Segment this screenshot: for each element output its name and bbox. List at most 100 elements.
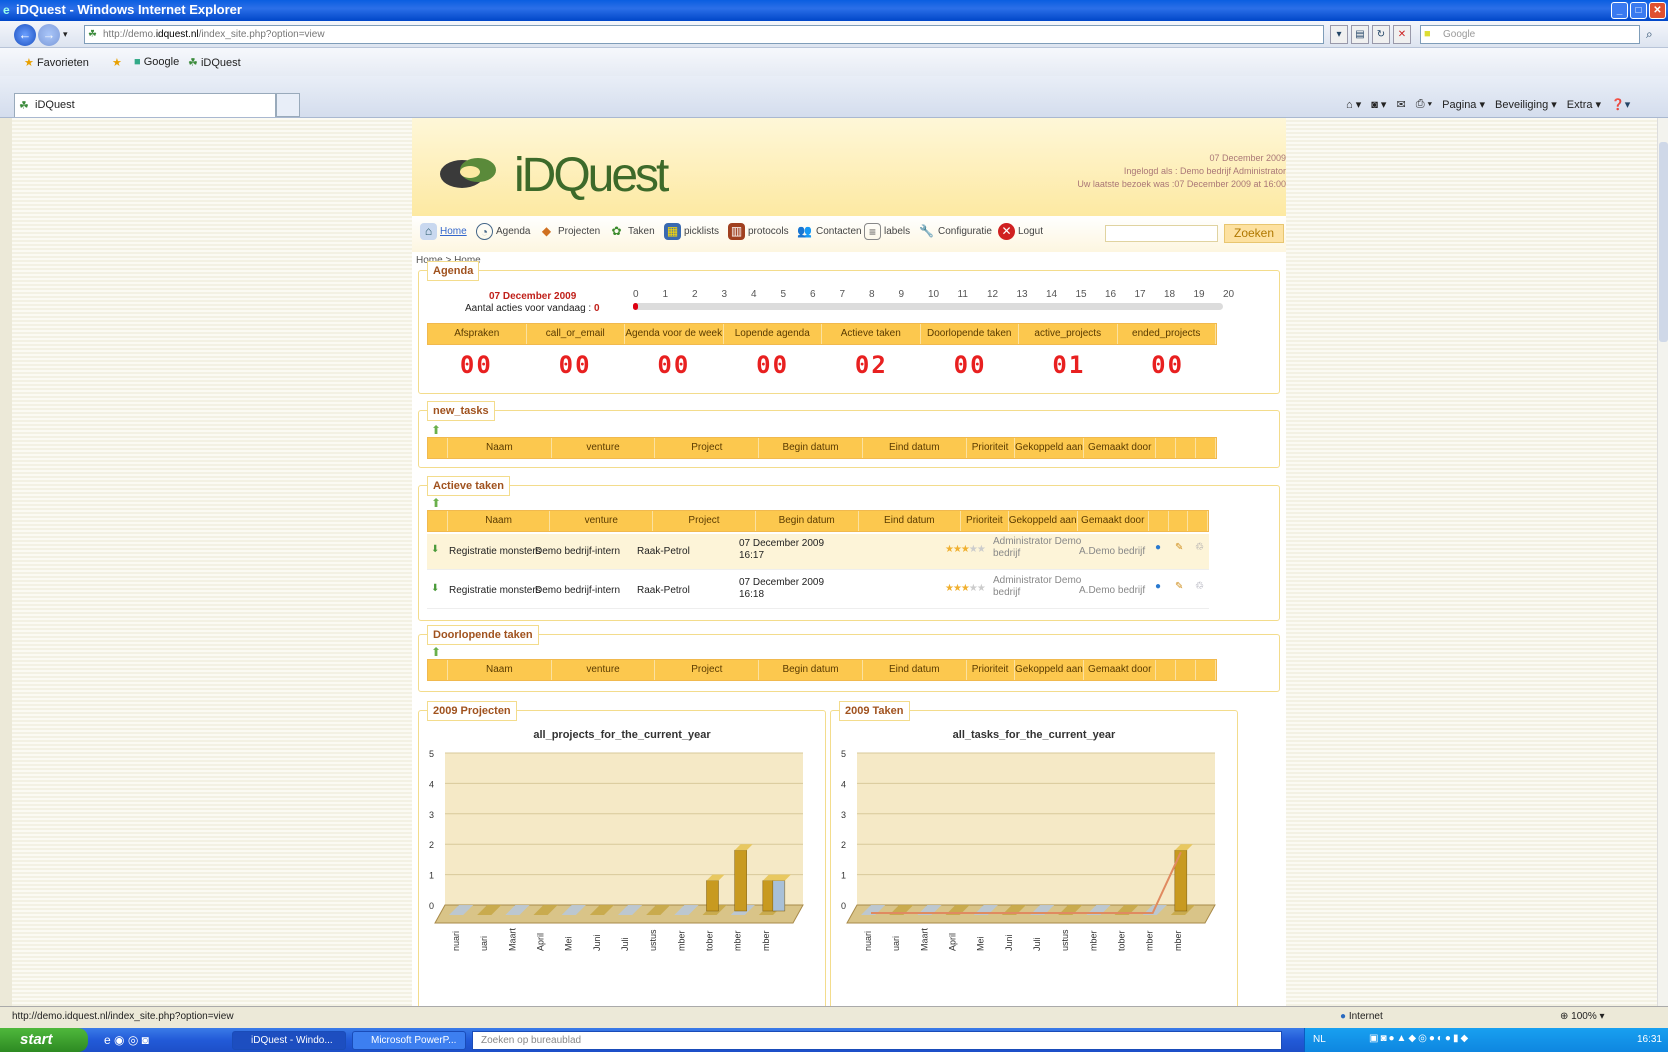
stat-label[interactable]: Afspraken (428, 324, 527, 344)
column-header-project[interactable]: Project (655, 660, 760, 680)
menu-contacten[interactable]: 👥 Contacten (796, 223, 862, 243)
column-header-blank[interactable] (1196, 438, 1216, 458)
download-icon[interactable]: ⬇ (431, 544, 439, 555)
column-header-naam[interactable]: Naam (448, 438, 552, 458)
help-icon[interactable]: ❓▾ (1611, 98, 1630, 111)
column-header-begin-datum[interactable]: Begin datum (756, 511, 859, 531)
stat-label[interactable]: Actieve taken (822, 324, 921, 344)
column-header-begin-datum[interactable]: Begin datum (759, 438, 863, 458)
fav-link-google[interactable]: ■ Google (134, 56, 179, 68)
idquest-logo[interactable]: iDQuest (432, 138, 669, 202)
column-header-blank[interactable] (1149, 511, 1169, 531)
task-name[interactable]: Registratie monsters (449, 546, 541, 557)
table-row[interactable]: ⬇ Registratie monsters Demo bedrijf-intern… (427, 534, 1209, 570)
column-header-eind-datum[interactable]: Eind datum (863, 660, 967, 680)
print-icon[interactable]: ⎙ ▾ (1416, 98, 1432, 111)
language-indicator[interactable]: NL (1313, 1034, 1326, 1045)
page-menu[interactable]: Pagina ▾ (1442, 98, 1485, 111)
stat-label[interactable]: Doorlopende taken (921, 324, 1019, 344)
delete-icon[interactable]: ♲ (1195, 581, 1204, 592)
column-header-project[interactable]: Project (655, 438, 760, 458)
zoom-level[interactable]: ⊕ 100% ▾ (1560, 1011, 1605, 1022)
column-header-gekoppeld-aan[interactable]: Gekoppeld aan (1009, 511, 1078, 531)
stat-label[interactable]: call_or_email (527, 324, 625, 344)
menu-logout[interactable]: ✕ Logut (998, 223, 1043, 243)
column-header-gemaakt-door[interactable]: Gemaakt door (1084, 660, 1157, 680)
sort-up-icon[interactable]: ⬆ (431, 496, 441, 510)
view-icon[interactable]: ● (1155, 542, 1161, 553)
task-name[interactable]: Registratie monsters (449, 585, 541, 596)
column-header-begin-datum[interactable]: Begin datum (759, 660, 863, 680)
view-icon[interactable]: ● (1155, 581, 1161, 592)
tab-idquest[interactable]: ☘ iDQuest (14, 93, 276, 117)
stat-label[interactable]: ended_projects (1118, 324, 1216, 344)
menu-home[interactable]: ⌂ Home (420, 223, 467, 243)
edit-icon[interactable]: ✎ (1175, 581, 1183, 592)
menu-agenda[interactable]: ◔ Agenda (476, 223, 530, 243)
column-header-gemaakt-door[interactable]: Gemaakt door (1078, 511, 1149, 531)
compat-view-button[interactable]: ▤ (1351, 25, 1369, 44)
menu-taken[interactable]: ✿ Taken (608, 223, 654, 243)
vertical-scrollbar[interactable] (1657, 118, 1668, 1006)
menu-protocols[interactable]: ▥ protocols (728, 223, 789, 243)
menu-labels[interactable]: ≡ labels (864, 223, 910, 243)
taskbar-powerpoint-button[interactable]: Microsoft PowerP... (352, 1031, 466, 1050)
stop-button[interactable]: ✕ (1393, 25, 1411, 44)
column-header-venture[interactable]: venture (552, 438, 656, 458)
column-header-eind-datum[interactable]: Eind datum (863, 438, 967, 458)
search-go-icon[interactable]: ⌕ (1646, 27, 1653, 42)
column-header-naam[interactable]: Naam (448, 660, 552, 680)
menu-projecten[interactable]: ◆ Projecten (538, 223, 600, 243)
column-header-prioriteit[interactable]: Prioriteit (961, 511, 1009, 531)
site-search-input[interactable] (1105, 225, 1218, 242)
column-header-venture[interactable]: venture (550, 511, 654, 531)
refresh-button[interactable]: ↻ (1372, 25, 1390, 44)
column-header-prioriteit[interactable]: Prioriteit (967, 660, 1015, 680)
add-favorite-icon[interactable]: ★ (112, 56, 122, 69)
column-header-blank[interactable] (1176, 660, 1197, 680)
stat-label[interactable]: Lopende agenda (724, 324, 822, 344)
column-header-blank[interactable] (428, 438, 448, 458)
column-header-naam[interactable]: Naam (448, 511, 551, 531)
column-header-gemaakt-door[interactable]: Gemaakt door (1084, 438, 1157, 458)
column-header-blank[interactable] (1188, 511, 1209, 531)
close-button[interactable]: ✕ (1649, 2, 1666, 19)
maximize-button[interactable]: □ (1630, 2, 1647, 19)
extra-menu[interactable]: Extra ▾ (1567, 98, 1601, 111)
column-header-project[interactable]: Project (653, 511, 756, 531)
back-button[interactable]: ← (14, 24, 36, 46)
favorites-button[interactable]: ★ Favorieten (24, 56, 89, 69)
desktop-search-input[interactable]: Zoeken op bureaublad (472, 1031, 1282, 1050)
security-menu[interactable]: Beveiliging ▾ (1495, 98, 1557, 111)
stat-label[interactable]: Agenda voor de week (625, 324, 724, 344)
column-header-blank[interactable] (1169, 511, 1189, 531)
column-header-gekoppeld-aan[interactable]: Gekoppeld aan (1015, 660, 1085, 680)
address-input[interactable]: ☘ http://demo.idquest.nl/index_site.php?… (84, 25, 1324, 44)
sort-up-icon[interactable]: ⬆ (431, 423, 441, 437)
stat-label[interactable]: active_projects (1019, 324, 1118, 344)
taskbar-ie-button[interactable]: iDQuest - Windo... (232, 1031, 346, 1050)
search-box[interactable]: ■ Google (1420, 25, 1640, 44)
fav-link-idquest[interactable]: ☘ iDQuest (188, 56, 241, 69)
column-header-eind-datum[interactable]: Eind datum (859, 511, 962, 531)
menu-configuratie[interactable]: 🔧 Configuratie (918, 223, 992, 243)
scroll-thumb[interactable] (1659, 142, 1668, 342)
edit-icon[interactable]: ✎ (1175, 542, 1183, 553)
feeds-icon[interactable]: ◙ ▾ (1371, 98, 1386, 111)
forward-button[interactable]: → (38, 24, 60, 46)
tray-icons[interactable]: ▣◙●▲◆◎●◐●▮◆ (1369, 1033, 1470, 1044)
mail-icon[interactable]: ✉ (1396, 98, 1405, 111)
column-header-blank[interactable] (1156, 438, 1177, 458)
column-header-gekoppeld-aan[interactable]: Gekoppeld aan (1015, 438, 1085, 458)
search-button[interactable]: Zoeken (1224, 224, 1284, 243)
quick-launch-icons[interactable]: e ◉ ◎ ◙ (104, 1033, 149, 1047)
history-dropdown-icon[interactable]: ▾ (63, 29, 68, 40)
new-tab-button[interactable] (276, 93, 300, 117)
delete-icon[interactable]: ♲ (1195, 542, 1204, 553)
menu-picklists[interactable]: ▦ picklists (664, 223, 719, 243)
column-header-blank[interactable] (1196, 660, 1216, 680)
column-header-blank[interactable] (428, 660, 448, 680)
table-row[interactable]: ⬇ Registratie monsters Demo bedrijf-intern… (427, 573, 1209, 609)
column-header-blank[interactable] (1176, 438, 1197, 458)
sort-up-icon[interactable]: ⬆ (431, 645, 441, 659)
